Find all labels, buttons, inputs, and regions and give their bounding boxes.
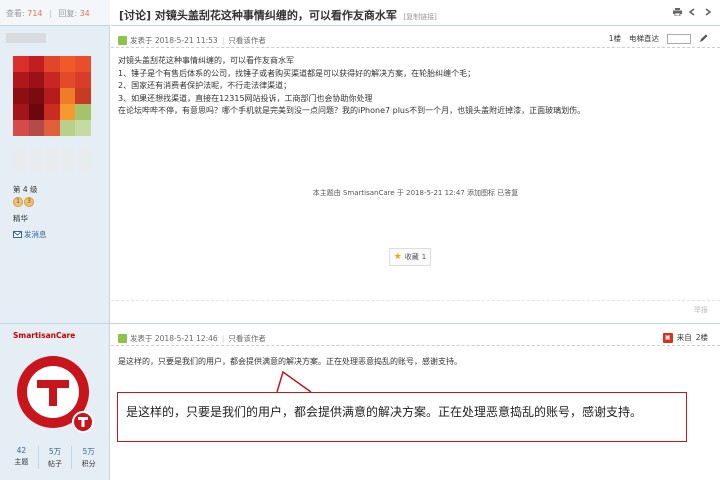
annotation-callout: 是这样的，只要是我们的用户，都会提供满意的解决方案。正在处理恶意捣乱的账号，感谢…: [117, 392, 687, 442]
jump-label: 电梯直达: [629, 34, 659, 43]
floor-number[interactable]: 1楼: [609, 33, 621, 44]
online-icon: [118, 333, 127, 343]
smartisan-avatar[interactable]: [13, 352, 97, 436]
stat-threads[interactable]: 42 主题: [5, 446, 39, 469]
post1-footer: [111, 300, 720, 318]
print-icon[interactable]: [673, 8, 682, 16]
send-message-link[interactable]: 发消息: [13, 229, 47, 240]
post2-content: 是这样的，只要是我们的用户，都会提供满意的解决方案。正在处理恶意捣乱的账号，感谢…: [118, 357, 462, 366]
blurred-stats: [13, 146, 91, 174]
report-link[interactable]: 举报: [694, 305, 708, 315]
post1-content: 对镜头盖刮花这种事情纠缠的，可以看作友商水军 1、锤子是个有售后体系的公司，找锤…: [118, 56, 586, 115]
view-count: 714: [27, 9, 43, 18]
send-message-label: 发消息: [24, 230, 47, 239]
stat-credits[interactable]: 5万 积分: [72, 446, 105, 469]
medal-icon[interactable]: 1: [13, 197, 23, 207]
medals: 1 3: [13, 197, 34, 207]
blurred-avatar[interactable]: [13, 56, 91, 136]
user2-stats: 42 主题 5万 帖子 5万 积分: [5, 446, 105, 469]
jump-input[interactable]: [667, 33, 691, 44]
prev-icon[interactable]: [688, 8, 697, 16]
next-icon[interactable]: [703, 8, 712, 16]
author-only-link[interactable]: 只看该作者: [228, 333, 266, 344]
phone-icon: ▣: [662, 332, 673, 343]
online-icon: [118, 35, 127, 45]
edit-note: 本主题由 SmartisanCare 于 2018-5-21 12:47 添加图…: [312, 189, 519, 197]
stat-posts[interactable]: 5万 帖子: [39, 446, 73, 469]
pen-icon[interactable]: [699, 34, 708, 43]
mail-icon: [13, 231, 22, 238]
from-label: 来自: [676, 333, 692, 342]
thread-stats: 查看: 714 | 回复: 34: [0, 0, 110, 26]
thread-header: [讨论] 对镜头盖刮花这种事情纠缠的，可以看作友商水军 [复制链接]: [111, 0, 720, 26]
user-level: 第 4 级: [13, 185, 38, 194]
reply-label: 回复:: [58, 9, 78, 18]
view-label: 查看:: [6, 9, 25, 18]
reply-count: 34: [79, 9, 90, 18]
post2-header: 发表于 2018-5-21 12:46 | 只看该作者 ▣ 来自 2楼: [111, 329, 720, 346]
floor-number[interactable]: 2楼: [696, 332, 708, 343]
thread-title: [讨论] 对镜头盖刮花这种事情纠缠的，可以看作友商水军: [119, 9, 397, 22]
user-group: 精华: [13, 214, 28, 223]
post1-header: 发表于 2018-5-21 11:53 | 只看该作者 1楼 电梯直达: [111, 30, 720, 48]
author-only-link[interactable]: 只看该作者: [228, 35, 266, 46]
favorite-button[interactable]: ★ 收藏 1: [389, 248, 431, 266]
post1-date: 发表于 2018-5-21 11:53: [130, 35, 218, 45]
copy-link[interactable]: [复制链接]: [403, 13, 436, 21]
user2-name[interactable]: SmartisanCare: [13, 331, 75, 340]
star-icon: ★: [393, 252, 402, 262]
post2-date: 发表于 2018-5-21 12:46: [130, 333, 218, 343]
medal-icon[interactable]: 3: [24, 197, 34, 207]
blurred-username[interactable]: [6, 33, 46, 43]
